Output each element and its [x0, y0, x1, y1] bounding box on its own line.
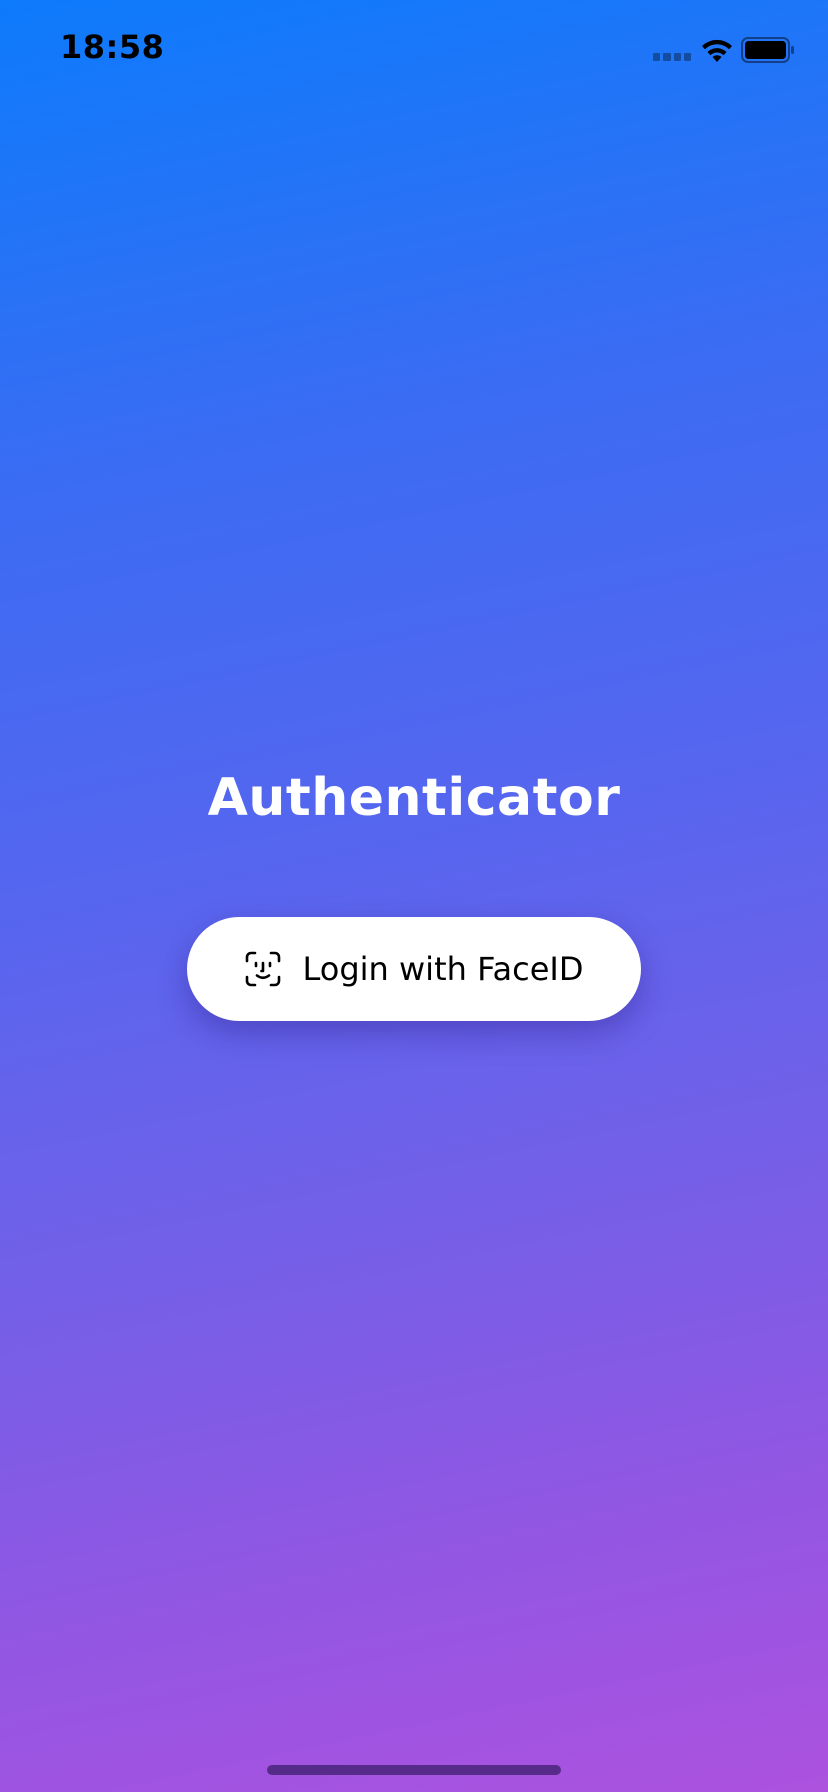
- home-indicator[interactable]: [267, 1765, 561, 1775]
- wifi-icon: [702, 39, 732, 62]
- status-bar: 18:58: [0, 0, 828, 100]
- login-with-faceid-button[interactable]: Login with FaceID: [187, 917, 641, 1021]
- app-title: Authenticator: [207, 768, 621, 828]
- status-time: 18:58: [60, 28, 165, 66]
- signal-icon: [653, 53, 691, 63]
- login-screen: 18:58 Authenticator Login with FaceID: [0, 0, 828, 1792]
- battery-icon: [741, 37, 794, 63]
- faceid-icon: [245, 951, 280, 987]
- login-button-label: Login with FaceID: [302, 950, 584, 988]
